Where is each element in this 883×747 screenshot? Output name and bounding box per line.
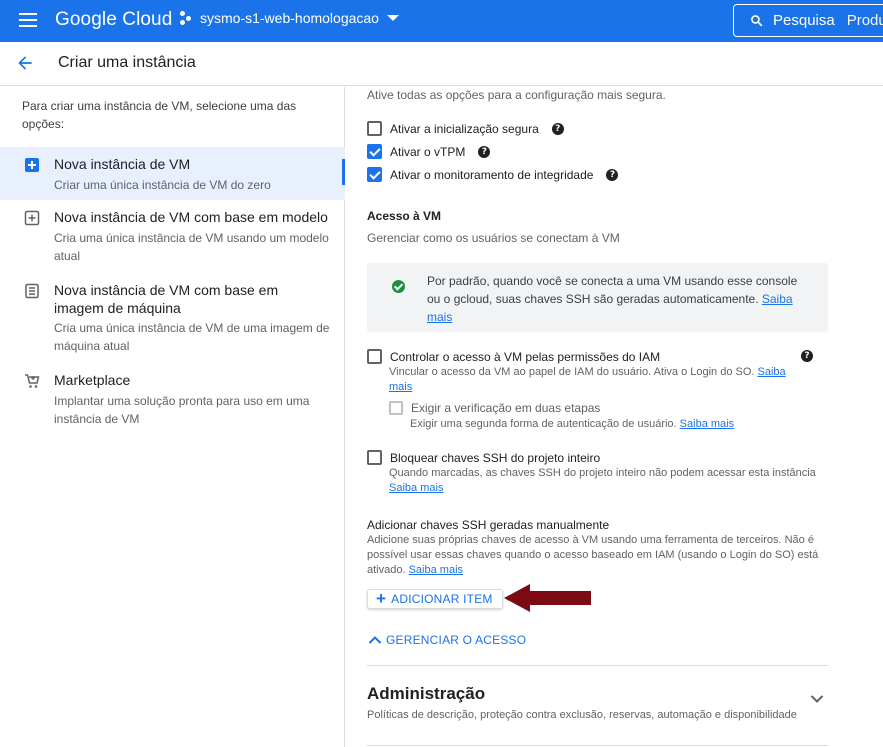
machine-image-icon [25,283,39,299]
block-ssh-checkbox[interactable] [367,450,382,465]
project-selector[interactable]: sysmo-s1-web-homologacao [180,10,399,26]
caret-down-icon [386,15,399,21]
ssh-info-box: Por padrão, quando você se conecta a uma… [367,263,828,332]
twofa-row: Exigir a verificação em duas etapas [389,401,600,415]
administration-title[interactable]: Administração [367,684,485,704]
option-desc: Implantar uma solução pronta para uso em… [54,394,310,426]
option-desc: Cria uma única instância de VM usando um… [54,231,329,263]
ssh-info-message: Por padrão, quando você se conecta a uma… [427,272,812,326]
iam-row: Controlar o acesso à VM pelas permissões… [367,349,660,364]
help-icon[interactable]: ? [551,122,564,135]
twofa-desc: Exigir uma segunda forma de autenticação… [410,417,734,432]
integrity-label: Ativar o monitoramento de integridade [390,167,594,182]
menu-icon[interactable] [19,13,37,27]
back-arrow-icon[interactable] [15,53,35,73]
google-cloud-logo[interactable]: Google Cloud [55,9,172,31]
project-name: sysmo-s1-web-homologacao [200,10,379,26]
config-panel: Ative todas as opções para a configuraçã… [346,87,883,747]
page-title: Criar uma instância [58,54,196,71]
intro-text: Para criar uma instância de VM, selecion… [22,99,297,131]
twofa-checkbox[interactable] [389,401,403,415]
plus-icon: + [376,589,387,608]
option-desc: Criar uma única instância de VM do zero [54,178,271,192]
add-item-button[interactable]: + ADICIONAR ITEM [367,589,503,609]
learn-more-link[interactable]: Saiba mais [680,418,734,430]
search-hint: Produ [846,12,883,29]
check-circle-icon [392,280,405,293]
option-marketplace[interactable]: Marketplace Implantar uma solução pronta… [0,363,345,426]
top-app-bar: Google Cloud sysmo-s1-web-homologacao Pe… [0,0,883,42]
integrity-row: Ativar o monitoramento de integridade ? [367,167,619,182]
integrity-checkbox[interactable] [367,167,382,182]
search-label: Pesquisa [773,12,835,29]
block-ssh-desc-text: Quando marcadas, as chaves SSH do projet… [389,467,816,479]
cart-icon [25,374,40,388]
vtpm-row: Ativar o vTPM ? [367,144,491,159]
secure-boot-checkbox[interactable] [367,121,382,136]
vm-access-title: Acesso à VM [367,209,442,223]
vtpm-checkbox[interactable] [367,144,382,159]
instance-type-panel: Para criar uma instância de VM, selecion… [0,87,345,747]
manage-access-label: GERENCIAR O ACESSO [386,633,527,647]
help-icon[interactable]: ? [801,350,813,362]
manage-access-toggle[interactable]: GERENCIAR O ACESSO [368,633,526,647]
add-item-label: ADICIONAR ITEM [391,592,493,606]
page-header: Criar uma instância [0,42,883,86]
option-desc: Cria uma única instância de VM de uma im… [54,321,330,353]
twofa-label: Exigir a verificação em duas etapas [411,401,601,415]
learn-more-link[interactable]: Saiba mais [409,564,463,576]
twofa-desc-text: Exigir uma segunda forma de autenticação… [410,418,677,430]
iam-desc: Vincular o acesso da VM ao papel de IAM … [389,365,809,395]
ssh-info-text: Por padrão, quando você se conecta a uma… [427,274,798,306]
section-divider [367,745,828,746]
vm-access-desc: Gerenciar como os usuários se conectam à… [367,231,620,245]
iam-checkbox[interactable] [367,349,382,364]
annotation-arrow-icon [504,584,591,612]
shielded-vm-note: Ative todas as opções para a configuraçã… [367,88,666,102]
option-new-vm[interactable]: Nova instância de VM Criar uma única ins… [0,147,345,200]
help-icon[interactable]: ? [478,145,491,158]
option-title: Nova instância de VM com base em modelo [54,209,328,225]
vtpm-label: Ativar o vTPM [390,144,466,159]
help-icon[interactable]: ? [606,168,619,181]
option-from-template[interactable]: Nova instância de VM com base em modelo … [0,200,345,270]
block-ssh-row: Bloquear chaves SSH do projeto inteiro [367,450,600,465]
iam-desc-text: Vincular o acesso da VM ao papel de IAM … [389,366,755,378]
administration-desc: Políticas de descrição, proteção contra … [367,709,797,721]
section-divider [367,665,828,666]
iam-label: Controlar o acesso à VM pelas permissões… [390,349,661,364]
learn-more-link[interactable]: Saiba mais [389,482,443,494]
search-box[interactable]: Pesquisa Produ [733,4,883,37]
secure-boot-row: Ativar a inicialização segura ? [367,121,564,136]
chevron-down-icon[interactable] [810,694,824,704]
search-icon [751,15,763,27]
project-icon [180,10,194,26]
option-title: Nova instância de VM com base em imagem … [54,282,279,316]
manual-ssh-title: Adicionar chaves SSH geradas manualmente [367,518,610,532]
option-title: Nova instância de VM [54,156,191,172]
manual-ssh-desc: Adicione suas próprias chaves de acesso … [367,533,829,578]
block-ssh-desc: Quando marcadas, as chaves SSH do projet… [389,466,829,496]
block-ssh-label: Bloquear chaves SSH do projeto inteiro [390,450,601,465]
chevron-up-icon [368,636,382,644]
secure-boot-label: Ativar a inicialização segura [390,121,539,136]
add-box-icon [25,158,39,172]
option-from-machine-image[interactable]: Nova instância de VM com base em imagem … [0,273,345,358]
option-title: Marketplace [54,372,131,388]
template-icon [24,210,40,226]
